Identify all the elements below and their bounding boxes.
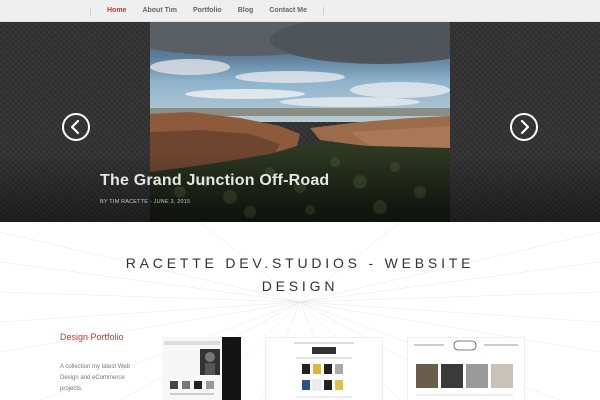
portfolio-heading[interactable]: Design Portfolio bbox=[60, 332, 124, 342]
main-content: RACETTE DEV.STUDIOS - WEBSITE DESIGN Des… bbox=[0, 222, 600, 400]
slide-date: JUNE 3, 2015 bbox=[153, 199, 191, 205]
hero-slider: The Grand Junction Off-Road BY TIM RACET… bbox=[0, 22, 600, 222]
slider-next-button[interactable] bbox=[510, 113, 538, 141]
nav-item-blog[interactable]: Blog bbox=[230, 0, 262, 22]
portfolio-thumbnail[interactable] bbox=[162, 337, 241, 400]
portfolio-thumbnail[interactable] bbox=[265, 337, 383, 400]
slide-meta: BY TIM RACETTE - JUNE 3, 2015 bbox=[100, 199, 190, 205]
nav-item-portfolio[interactable]: Portfolio bbox=[185, 0, 230, 22]
portfolio-thumbnail[interactable] bbox=[407, 337, 525, 400]
nav-item-home[interactable]: Home bbox=[99, 0, 134, 22]
slide-author[interactable]: TIM RACETTE bbox=[109, 199, 148, 205]
chevron-left-icon bbox=[70, 119, 80, 135]
nav-separator bbox=[90, 7, 91, 15]
slide-meta-prefix: BY bbox=[100, 199, 108, 205]
slider-prev-button[interactable] bbox=[62, 113, 90, 141]
apparel-store-screenshot bbox=[162, 337, 241, 400]
nav-item-about[interactable]: About Tim bbox=[134, 0, 184, 22]
slide-title[interactable]: The Grand Junction Off-Road bbox=[100, 172, 329, 190]
nav-item-contact[interactable]: Contact Me bbox=[261, 0, 315, 22]
top-navigation: Home About Tim Portfolio Blog Contact Me bbox=[0, 0, 600, 22]
tshirt-shop-screenshot bbox=[266, 338, 382, 400]
nav-separator bbox=[323, 7, 325, 15]
slide-meta-separator: - bbox=[149, 199, 152, 205]
site-title: RACETTE DEV.STUDIOS - WEBSITE DESIGN bbox=[125, 255, 475, 294]
chevron-right-icon bbox=[520, 119, 530, 135]
photo-gallery-screenshot bbox=[408, 338, 524, 400]
nav-menu: Home About Tim Portfolio Blog Contact Me bbox=[82, 0, 332, 22]
portfolio-description: A collection my latest Web Design and eC… bbox=[60, 364, 130, 392]
